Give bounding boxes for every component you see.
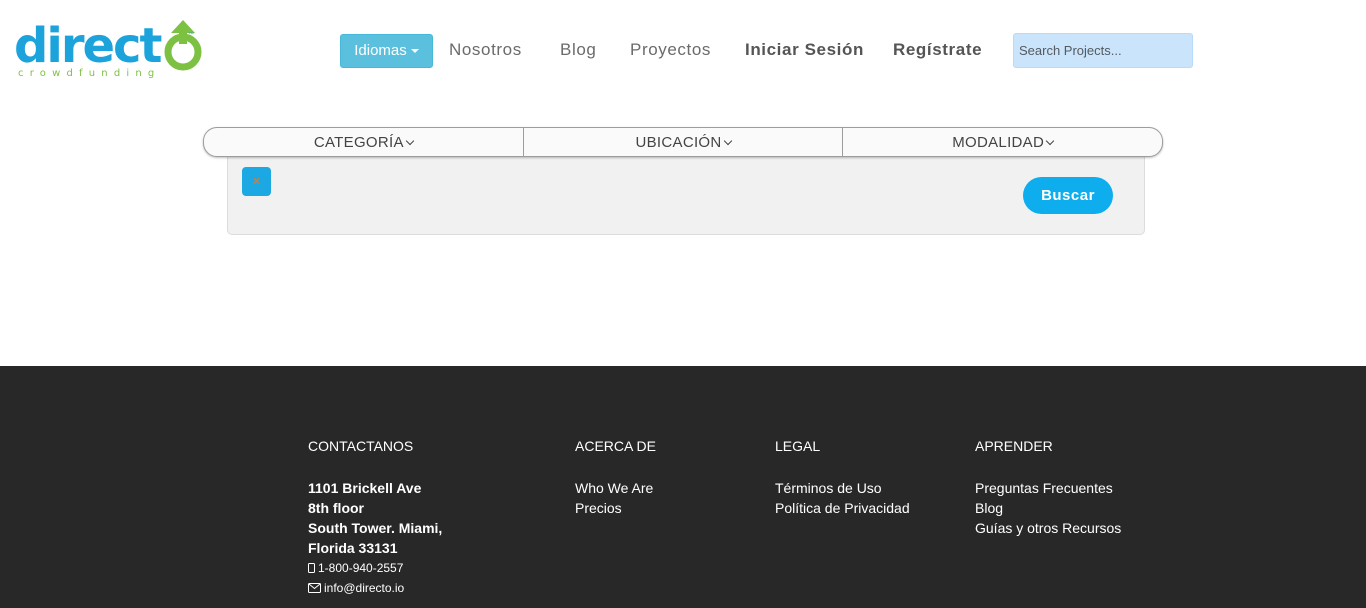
address-line: South Tower. Miami, [308,520,443,536]
caret-down-icon [410,49,419,54]
contact-email[interactable]: info@directo.io [308,578,442,598]
footer-about-heading: ACERCA DE [575,438,656,454]
chevron-down-icon [405,136,415,146]
footer-learn-column: APRENDER Preguntas Frecuentes Blog Guías… [975,438,1121,538]
logo-arrow-icon [164,20,202,71]
filter-location-label: UBICACIÓN [635,134,722,151]
address-line: Florida 33131 [308,540,398,556]
chevron-down-icon [1045,136,1055,146]
filter-category-dropdown[interactable]: CATEGORÍA [204,128,524,156]
filter-modality-dropdown[interactable]: MODALIDAD [843,128,1162,156]
contact-phone[interactable]: 1-800-940-2557 [308,558,442,578]
mobile-phone-icon [308,563,315,573]
filter-modality-label: MODALIDAD [952,134,1045,151]
clear-filters-button[interactable]: × [242,167,271,196]
contact-email-address: info@directo.io [324,581,405,595]
footer: CONTACTANOS 1101 Brickell Ave 8th floor … [0,366,1366,608]
footer-link-guides[interactable]: Guías y otros Recursos [975,518,1121,538]
footer-legal-heading: LEGAL [775,438,821,454]
footer-learn-heading: APRENDER [975,438,1053,454]
footer-link-precios[interactable]: Precios [575,498,656,518]
nav-link-login[interactable]: Iniciar Sesión [745,38,864,62]
directo-logo[interactable]: direct ™ crowdfunding [14,18,202,84]
footer-contact-heading: CONTACTANOS [308,438,414,454]
nav-link-register[interactable]: Regístrate [893,38,982,62]
logo-trademark: ™ [188,32,194,38]
contact-phone-number: 1-800-940-2557 [318,561,404,575]
footer-link-terms[interactable]: Términos de Uso [775,478,910,498]
footer-link-privacy[interactable]: Política de Privacidad [775,498,910,518]
chevron-down-icon [723,136,732,146]
footer-link-who-we-are[interactable]: Who We Are [575,478,656,498]
filter-location-dropdown[interactable]: UBICACIÓN [524,128,844,156]
search-projects-input[interactable] [1013,33,1193,68]
close-icon: × [252,174,260,188]
logo-wordmark: direct [14,18,162,74]
languages-label: Idiomas [354,42,407,59]
filter-panel: × Buscar [227,155,1145,235]
nav-link-blog[interactable]: Blog [560,38,596,62]
search-button[interactable]: Buscar [1023,177,1113,214]
languages-dropdown-button[interactable]: Idiomas [340,34,433,68]
address-line: 1101 Brickell Ave [308,480,422,496]
footer-about-column: ACERCA DE Who We Are Precios [575,438,656,518]
envelope-icon [308,583,321,593]
footer-legal-column: LEGAL Términos de Uso Política de Privac… [775,438,910,518]
logo-subtitle: crowdfunding [18,68,161,79]
nav-link-proyectos[interactable]: Proyectos [630,38,711,62]
filter-bar: CATEGORÍA UBICACIÓN MODALIDAD [203,127,1163,157]
nav-link-nosotros[interactable]: Nosotros [449,38,522,62]
address-line: 8th floor [308,500,364,516]
footer-link-faq[interactable]: Preguntas Frecuentes [975,478,1121,498]
filter-category-label: CATEGORÍA [313,134,404,151]
footer-link-blog[interactable]: Blog [975,498,1121,518]
footer-contact-column: CONTACTANOS 1101 Brickell Ave 8th floor … [308,438,442,598]
